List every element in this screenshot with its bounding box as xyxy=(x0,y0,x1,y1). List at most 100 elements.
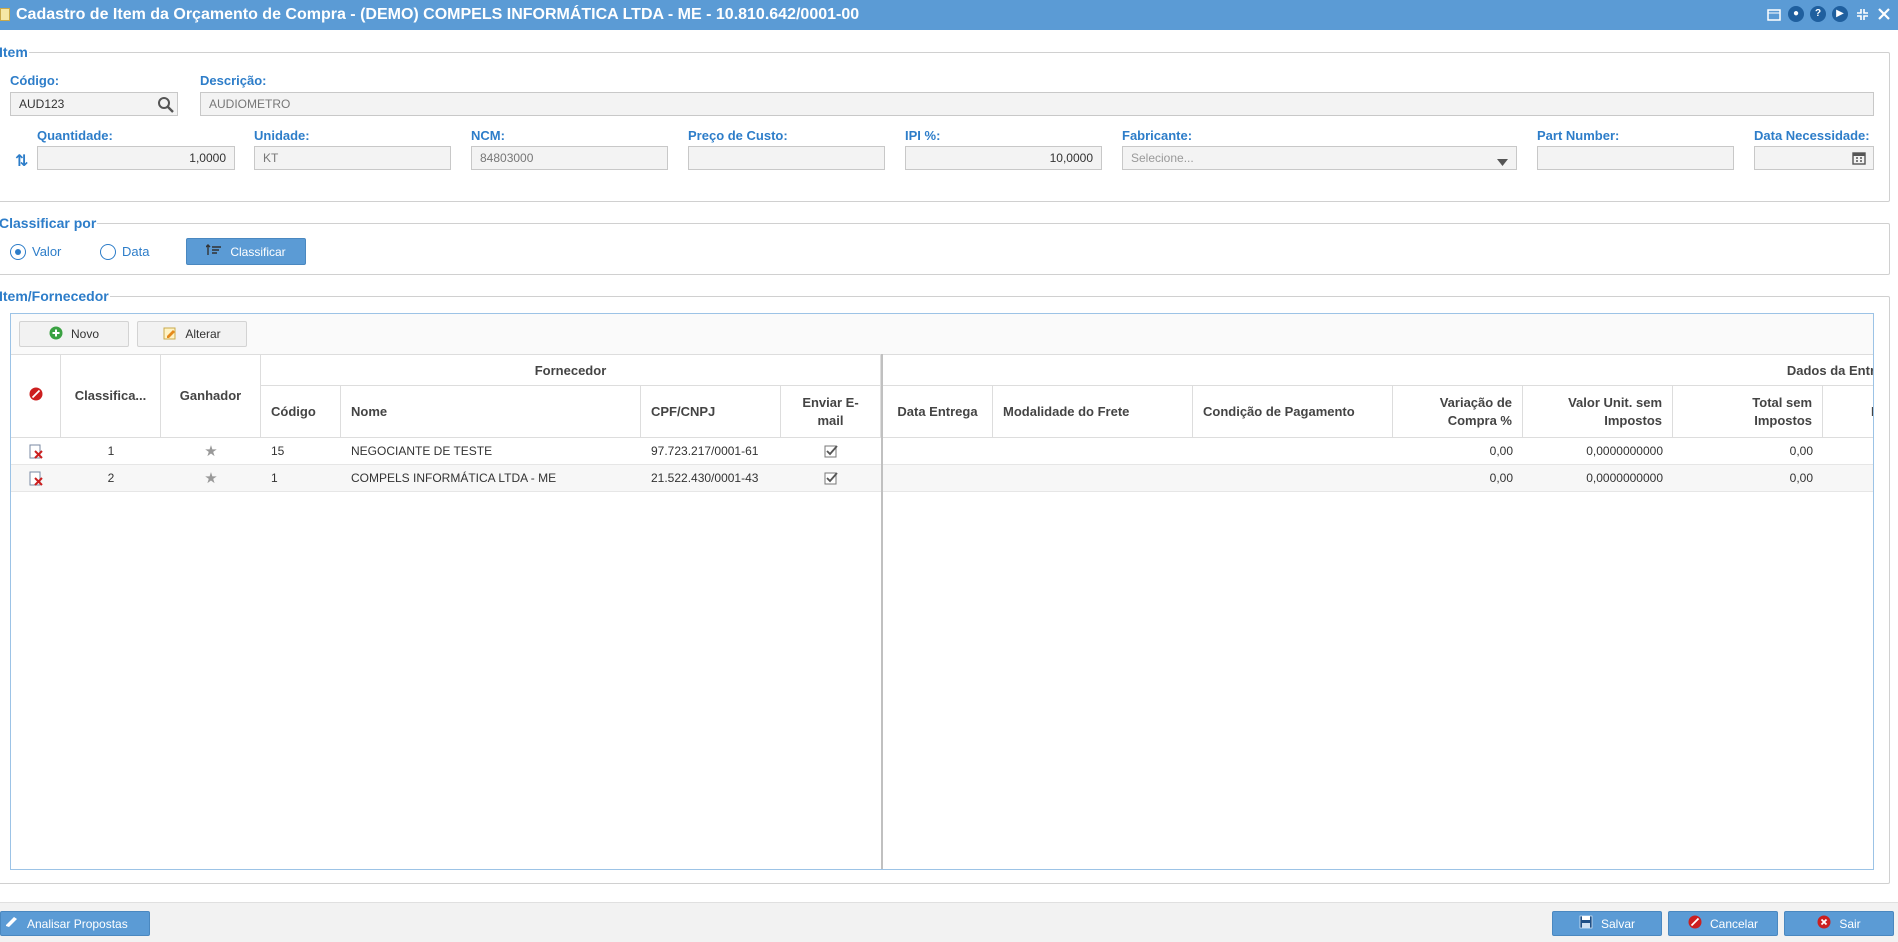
codigo-label: Código: xyxy=(10,73,60,88)
table-row[interactable]: 2 ★ 1 COMPELS INFORMÁTICA LTDA - ME 21.5… xyxy=(11,465,1873,492)
cell-codigo: 1 xyxy=(271,471,278,485)
checkbox-checked-icon[interactable] xyxy=(781,465,881,492)
star-icon[interactable]: ★ xyxy=(161,465,261,492)
col-actions-header xyxy=(11,354,61,438)
ncm-label: NCM: xyxy=(471,128,505,143)
preco-custo-label: Preço de Custo: xyxy=(688,128,788,143)
classificar-button-label: Classificar xyxy=(230,244,286,259)
analisar-propostas-label: Analisar Propostas xyxy=(27,916,128,931)
sort-icon xyxy=(205,244,222,259)
col-classificacao-header[interactable]: Classifica... xyxy=(61,354,161,438)
add-icon xyxy=(49,326,63,343)
col-frete-partial-header[interactable]: Fr xyxy=(1823,386,1873,438)
analisar-propostas-button[interactable]: Analisar Propostas xyxy=(0,911,150,936)
cell-data-entrega xyxy=(883,465,993,492)
cell-valor-unit: 0,0000000000 xyxy=(1586,471,1663,485)
pencil-edit-icon xyxy=(163,326,177,343)
window-titlebar: Cadastro de Item da Orçamento de Compra … xyxy=(0,0,1898,30)
remove-row-icon[interactable] xyxy=(11,438,61,465)
col-enviar-email-header[interactable]: Enviar E-mail xyxy=(781,386,881,438)
descricao-input[interactable]: AUDIOMETRO xyxy=(200,92,1874,116)
fabricante-select[interactable]: Selecione... xyxy=(1122,146,1517,170)
cell-data-entrega xyxy=(883,438,993,465)
cancelar-button[interactable]: Cancelar xyxy=(1668,911,1778,936)
cell-variacao: 0,00 xyxy=(1489,471,1513,485)
descricao-label: Descrição: xyxy=(200,73,267,88)
col-nome-header[interactable]: Nome xyxy=(341,386,641,438)
group-dados-entrega-label: Dados da Entr xyxy=(1786,362,1874,378)
chat-icon[interactable]: ● xyxy=(1788,6,1804,22)
search-icon[interactable] xyxy=(157,96,174,116)
part-number-label: Part Number: xyxy=(1537,128,1620,143)
star-icon[interactable]: ★ xyxy=(161,438,261,465)
unidade-label: Unidade: xyxy=(254,128,310,143)
cell-nome: NEGOCIANTE DE TESTE xyxy=(351,444,493,458)
exit-icon xyxy=(1817,915,1831,932)
calendar-icon[interactable] xyxy=(1766,6,1782,22)
refresh-icon[interactable]: ⇅ xyxy=(15,151,28,171)
cell-variacao: 0,00 xyxy=(1489,444,1513,458)
alterar-button[interactable]: Alterar xyxy=(137,321,247,347)
cell-condicao-pagamento xyxy=(1203,465,1393,492)
part-number-input[interactable] xyxy=(1537,146,1734,170)
locked-columns-divider[interactable] xyxy=(881,354,883,869)
col-ganhador-header[interactable]: Ganhador xyxy=(161,354,261,438)
codigo-input[interactable]: AUD123 xyxy=(10,92,178,116)
cancel-icon xyxy=(1688,915,1702,932)
window-controls: ● ? ▶ xyxy=(1766,6,1892,22)
item-legend: Item xyxy=(0,44,28,60)
salvar-button[interactable]: Salvar xyxy=(1552,911,1662,936)
remove-row-icon[interactable] xyxy=(11,465,61,492)
cell-classificacao: 2 xyxy=(107,471,115,485)
col-condicao-pagamento-header[interactable]: Condição de Pagamento xyxy=(1193,386,1393,438)
classificar-button[interactable]: Classificar xyxy=(186,238,306,265)
checkbox-checked-icon[interactable] xyxy=(781,438,881,465)
col-cpf-cnpj-header[interactable]: CPF/CNPJ xyxy=(641,386,781,438)
pencil-icon xyxy=(5,916,19,931)
quantidade-label: Quantidade: xyxy=(37,128,113,143)
salvar-label: Salvar xyxy=(1600,916,1635,931)
radio-valor[interactable] xyxy=(10,244,26,260)
cell-total: 0,00 xyxy=(1789,471,1813,485)
play-icon[interactable]: ▶ xyxy=(1832,6,1848,22)
cell-total: 0,00 xyxy=(1789,444,1813,458)
grid-toolbar: Novo Alterar xyxy=(11,314,1873,354)
calendar-picker-icon[interactable] xyxy=(1852,151,1866,168)
novo-button-label: Novo xyxy=(70,327,99,341)
quantidade-input[interactable]: 1,0000 xyxy=(37,146,235,170)
col-data-entrega-header[interactable]: Data Entrega xyxy=(883,386,993,438)
col-total-header[interactable]: Total sem Impostos xyxy=(1673,386,1823,438)
novo-button[interactable]: Novo xyxy=(19,321,129,347)
group-dados-entrega-header: Dados da Entr xyxy=(883,354,1874,386)
minimize-icon[interactable] xyxy=(1854,6,1870,22)
close-icon[interactable] xyxy=(1876,6,1892,22)
radio-valor-label[interactable]: Valor xyxy=(32,244,61,259)
ncm-input[interactable]: 84803000 xyxy=(471,146,668,170)
radio-data[interactable] xyxy=(100,244,116,260)
blocked-icon xyxy=(29,387,43,406)
col-valor-unit-header[interactable]: Valor Unit. sem Impostos xyxy=(1523,386,1673,438)
item-fieldset: Item xyxy=(0,44,1890,202)
col-codigo-header[interactable]: Código xyxy=(261,386,341,438)
cell-condicao-pagamento xyxy=(1203,438,1393,465)
cell-nome: COMPELS INFORMÁTICA LTDA - ME xyxy=(351,471,557,485)
sair-button[interactable]: Sair xyxy=(1784,911,1894,936)
cell-cpf-cnpj: 97.723.217/0001-61 xyxy=(651,444,759,458)
data-necessidade-label: Data Necessidade: xyxy=(1754,128,1870,143)
chevron-down-icon[interactable] xyxy=(1497,154,1508,169)
unidade-input[interactable]: KT xyxy=(254,146,451,170)
col-modalidade-frete-header[interactable]: Modalidade do Frete xyxy=(993,386,1193,438)
col-variacao-header[interactable]: Variação de Compra % xyxy=(1393,386,1523,438)
table-row[interactable]: 1 ★ 15 NEGOCIANTE DE TESTE 97.723.217/00… xyxy=(11,438,1873,465)
window-title: Cadastro de Item da Orçamento de Compra … xyxy=(16,6,860,23)
ipi-label: IPI %: xyxy=(905,128,941,143)
sair-label: Sair xyxy=(1839,916,1861,931)
fornecedor-legend: Item/Fornecedor xyxy=(0,288,109,304)
edit-form-icon xyxy=(0,8,10,21)
cell-modalidade-frete xyxy=(1003,438,1193,465)
ipi-input[interactable]: 10,0000 xyxy=(905,146,1102,170)
radio-data-label[interactable]: Data xyxy=(122,244,149,259)
fornecedor-grid: Novo Alterar Classifica... Ganhador Forn… xyxy=(10,313,1874,870)
preco-custo-input[interactable] xyxy=(688,146,885,170)
help-icon[interactable]: ? xyxy=(1810,6,1826,22)
